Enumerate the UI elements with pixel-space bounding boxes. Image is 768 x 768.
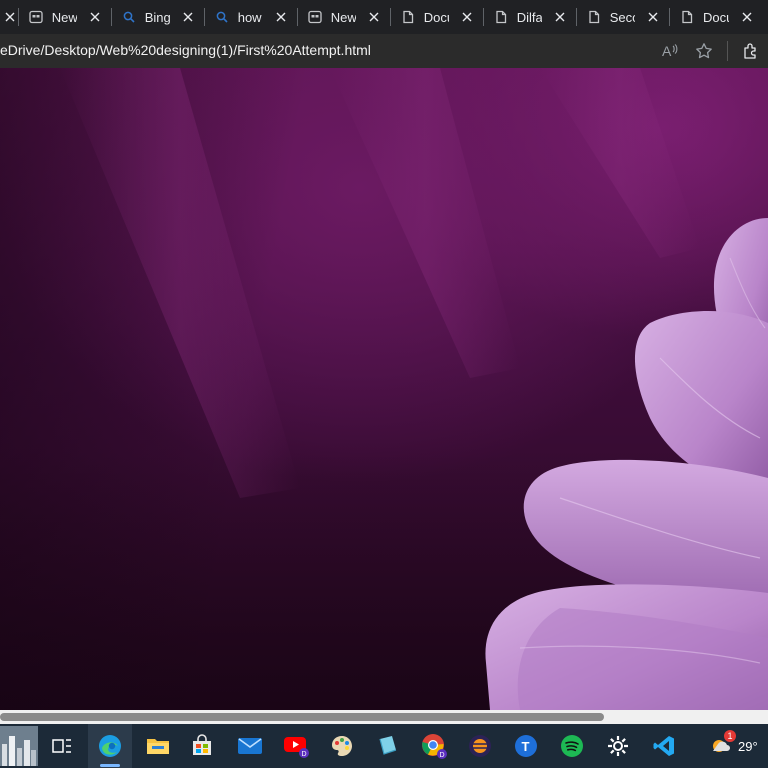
extensions-icon[interactable]	[734, 34, 768, 68]
city-wallpaper-thumbnail[interactable]	[0, 724, 38, 768]
settings-icon[interactable]	[596, 724, 640, 768]
read-aloud-icon[interactable]: A	[653, 34, 687, 68]
svg-text:A: A	[662, 43, 672, 59]
divider	[727, 41, 728, 61]
document-icon	[493, 9, 509, 25]
close-icon[interactable]	[87, 9, 103, 25]
light-streak	[330, 68, 520, 378]
document-icon	[679, 9, 695, 25]
scrollbar-thumb[interactable]	[0, 713, 604, 721]
taskbar: D D T 1 29°	[0, 724, 768, 768]
weather-widget[interactable]: 1 29°	[708, 724, 758, 768]
tab-bing[interactable]: Bing	[111, 0, 204, 34]
tab-label: Secon	[609, 9, 636, 25]
horizontal-scrollbar[interactable]	[0, 710, 768, 724]
tab-document-2[interactable]: Docu	[669, 0, 763, 34]
tab-label: Docu	[703, 9, 729, 25]
close-icon[interactable]	[552, 9, 568, 25]
svg-text:D: D	[302, 751, 307, 758]
document-icon	[400, 9, 416, 25]
tab-partial[interactable]	[0, 0, 18, 34]
eclipse-icon[interactable]	[458, 724, 502, 768]
address-actions: A	[653, 34, 768, 68]
tab-label: Dilfa	[516, 9, 543, 25]
tab-label: New	[330, 9, 357, 25]
weather-temperature: 29°	[738, 738, 758, 754]
address-bar: eDrive/Desktop/Web%20designing(1)/First%…	[0, 34, 768, 68]
light-streak	[60, 68, 300, 498]
microsoft-store-icon[interactable]	[180, 724, 224, 768]
notification-badge: 1	[724, 730, 736, 742]
document-icon	[586, 9, 602, 25]
close-icon[interactable]	[2, 9, 18, 25]
close-icon[interactable]	[645, 9, 661, 25]
tab-label: Docu	[423, 9, 450, 25]
svg-text:D: D	[440, 752, 445, 759]
tab-label: how t	[237, 9, 264, 25]
close-icon[interactable]	[180, 9, 196, 25]
tab-document-1[interactable]: Docu	[390, 0, 483, 34]
paint-3d-icon[interactable]	[366, 724, 410, 768]
svg-text:T: T	[522, 739, 530, 754]
task-view-icon[interactable]	[40, 724, 84, 768]
tab-strip: New t Bing how t New	[0, 0, 768, 34]
search-icon	[214, 9, 230, 25]
tab-how-to[interactable]: how t	[204, 0, 297, 34]
mail-icon[interactable]	[228, 724, 272, 768]
close-icon[interactable]	[459, 9, 475, 25]
tab-new-tab-1[interactable]: New t	[18, 0, 111, 34]
youtube-app-icon[interactable]: D	[274, 724, 318, 768]
vscode-icon[interactable]	[642, 724, 686, 768]
file-explorer-icon[interactable]	[136, 724, 180, 768]
weather-sun-icon: 1	[708, 730, 736, 758]
url-field[interactable]: eDrive/Desktop/Web%20designing(1)/First%…	[0, 42, 371, 58]
tab-second[interactable]: Secon	[576, 0, 669, 34]
tab-new-tab-2[interactable]: New	[297, 0, 390, 34]
tab-label: Bing	[144, 9, 171, 25]
close-icon[interactable]	[273, 9, 289, 25]
spotify-icon[interactable]	[550, 724, 594, 768]
edge-icon[interactable]	[88, 724, 132, 768]
favorite-star-icon[interactable]	[687, 34, 721, 68]
paint-icon[interactable]	[320, 724, 364, 768]
search-icon	[121, 9, 137, 25]
new-tab-icon	[307, 9, 323, 25]
close-icon[interactable]	[739, 9, 755, 25]
close-icon[interactable]	[366, 9, 382, 25]
tab-dilfa[interactable]: Dilfa	[483, 0, 576, 34]
chrome-icon[interactable]: D	[412, 724, 456, 768]
app-t-icon[interactable]: T	[504, 724, 548, 768]
flower-petals-image	[60, 68, 768, 710]
tab-label: New t	[51, 9, 78, 25]
hero-background-image	[0, 68, 768, 710]
light-streak	[540, 68, 700, 258]
new-tab-icon	[28, 9, 44, 25]
